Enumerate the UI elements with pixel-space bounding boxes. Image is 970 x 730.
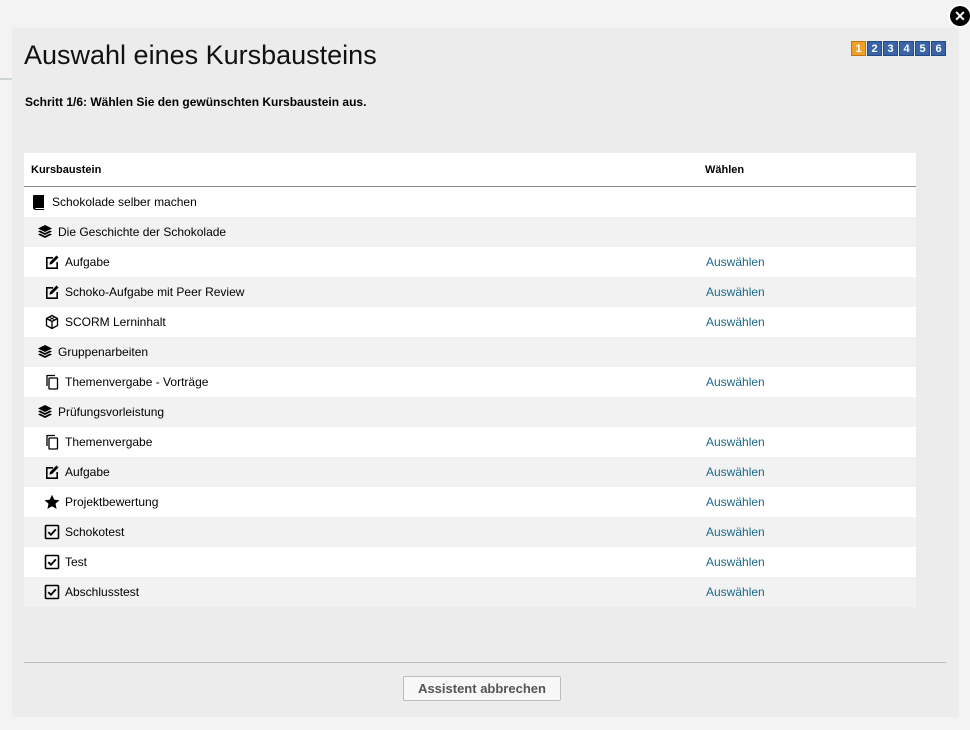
- edit-icon: [44, 464, 60, 480]
- course-element-label: Projektbewertung: [65, 495, 159, 509]
- course-element-label: Gruppenarbeiten: [58, 345, 149, 359]
- checkbox-icon: [44, 524, 60, 540]
- step-6: 6: [931, 41, 946, 56]
- select-link[interactable]: Auswählen: [706, 375, 765, 389]
- table-row: Aufgabe Auswählen: [24, 247, 916, 277]
- course-element-label: Die Geschichte der Schokolade: [58, 225, 227, 239]
- step-1: 1: [851, 41, 866, 56]
- table-row: Aufgabe Auswählen: [24, 457, 916, 487]
- table-row: Projektbewertung Auswählen: [24, 487, 916, 517]
- star-icon: [44, 494, 60, 510]
- layers-icon: [37, 344, 53, 360]
- step-instruction: Schritt 1/6: Wählen Sie den gewünschten …: [25, 95, 367, 109]
- course-element-label: Schoko-Aufgabe mit Peer Review: [65, 285, 245, 299]
- table-row: Abschlusstest Auswählen: [24, 577, 916, 607]
- course-element-label: Aufgabe: [65, 465, 110, 479]
- cube-icon: [44, 314, 60, 330]
- step-indicator: 123456: [851, 41, 946, 56]
- table-row: Prüfungsvorleistung: [24, 397, 916, 427]
- layers-icon: [37, 224, 53, 240]
- table-row: Schokotest Auswählen: [24, 517, 916, 547]
- table-body: Schokolade selber machen Die Geschichte d…: [24, 187, 916, 607]
- course-element-label: Prüfungsvorleistung: [58, 405, 165, 419]
- course-element-label: Aufgabe: [65, 255, 110, 269]
- edit-icon: [44, 284, 60, 300]
- step-5: 5: [915, 41, 930, 56]
- course-element-label: Abschlusstest: [65, 585, 140, 599]
- course-element-label: Schokotest: [65, 525, 125, 539]
- checkbox-icon: [44, 584, 60, 600]
- page-title: Auswahl eines Kursbausteins: [24, 40, 377, 70]
- course-element-cell: Schokolade selber machen: [24, 194, 706, 210]
- step-3: 3: [883, 41, 898, 56]
- table-row: Schoko-Aufgabe mit Peer Review Auswählen: [24, 277, 916, 307]
- course-element-label: Schokolade selber machen: [52, 195, 197, 209]
- column-header-select: Wählen: [705, 163, 745, 176]
- table-header: Kursbaustein Wählen: [24, 153, 916, 187]
- course-element-cell: Aufgabe: [24, 464, 706, 480]
- course-element-cell: SCORM Lerninhalt: [24, 314, 706, 330]
- background-divider: [0, 78, 12, 80]
- course-element-cell: Projektbewertung: [24, 494, 706, 510]
- edit-icon: [44, 254, 60, 270]
- table-row: Die Geschichte der Schokolade: [24, 217, 916, 247]
- select-link[interactable]: Auswählen: [706, 525, 765, 539]
- table-row: Test Auswählen: [24, 547, 916, 577]
- table-row: SCORM Lerninhalt Auswählen: [24, 307, 916, 337]
- course-element-label: Test: [65, 555, 88, 569]
- checkbox-icon: [44, 554, 60, 570]
- course-element-label: Themenvergabe: [65, 435, 153, 449]
- course-element-table: Kursbaustein Wählen Schokolade selber ma…: [24, 153, 916, 607]
- table-row: Themenvergabe - Vorträge Auswählen: [24, 367, 916, 397]
- close-icon[interactable]: ✕: [950, 6, 970, 26]
- course-element-cell: Schoko-Aufgabe mit Peer Review: [24, 284, 706, 300]
- select-link[interactable]: Auswählen: [706, 465, 765, 479]
- course-element-cell: Schokotest: [24, 524, 706, 540]
- layers-icon: [37, 404, 53, 420]
- table-row: Gruppenarbeiten: [24, 337, 916, 367]
- step-2: 2: [867, 41, 882, 56]
- select-link[interactable]: Auswählen: [706, 255, 765, 269]
- course-element-cell: Themenvergabe: [24, 434, 706, 450]
- course-element-cell: Prüfungsvorleistung: [24, 404, 706, 420]
- select-link[interactable]: Auswählen: [706, 555, 765, 569]
- course-element-label: SCORM Lerninhalt: [65, 315, 166, 329]
- course-element-cell: Test: [24, 554, 706, 570]
- copy-icon: [44, 434, 60, 450]
- step-4: 4: [899, 41, 914, 56]
- course-element-label: Themenvergabe - Vorträge: [65, 375, 209, 389]
- select-link[interactable]: Auswählen: [706, 585, 765, 599]
- select-link[interactable]: Auswählen: [706, 315, 765, 329]
- table-row: Schokolade selber machen: [24, 187, 916, 217]
- copy-icon: [44, 374, 60, 390]
- course-element-cell: Aufgabe: [24, 254, 706, 270]
- course-element-cell: Gruppenarbeiten: [24, 344, 706, 360]
- course-element-cell: Themenvergabe - Vorträge: [24, 374, 706, 390]
- column-header-course: Kursbaustein: [31, 163, 102, 176]
- select-link[interactable]: Auswählen: [706, 495, 765, 509]
- course-element-cell: Abschlusstest: [24, 584, 706, 600]
- select-link[interactable]: Auswählen: [706, 435, 765, 449]
- table-row: Themenvergabe Auswählen: [24, 427, 916, 457]
- book-icon: [31, 194, 47, 210]
- course-element-cell: Die Geschichte der Schokolade: [24, 224, 706, 240]
- footer-divider: [24, 662, 946, 663]
- cancel-wizard-button[interactable]: Assistent abbrechen: [403, 676, 561, 701]
- select-link[interactable]: Auswählen: [706, 285, 765, 299]
